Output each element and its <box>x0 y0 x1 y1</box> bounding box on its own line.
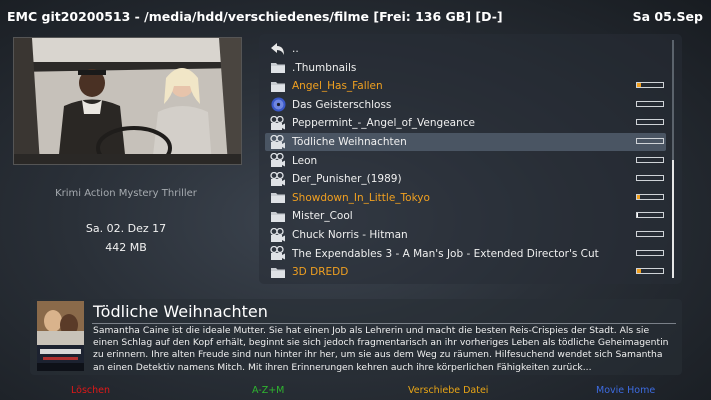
list-item[interactable]: Leon <box>265 152 666 170</box>
progress-bar <box>636 212 664 219</box>
progress-bar <box>636 156 664 163</box>
list-item-label: Mister_Cool <box>292 210 353 223</box>
window-title: EMC git20200513 - /media/hdd/verschieden… <box>7 8 503 24</box>
red-key-label[interactable]: Löschen <box>71 385 110 396</box>
list-item[interactable]: Mister_Cool <box>265 207 666 225</box>
progress-bar <box>636 138 664 144</box>
list-item[interactable]: Tödliche Weihnachten <box>265 133 666 151</box>
list-item[interactable]: .Thumbnails <box>265 59 666 77</box>
list-item[interactable]: Showdown_In_Little_Tokyo <box>265 189 666 207</box>
file-size: 442 MB <box>105 241 147 254</box>
list-item-label: Leon <box>292 154 318 167</box>
title-bar: EMC git20200513 - /media/hdd/verschieden… <box>0 0 711 32</box>
list-item-label: .Thumbnails <box>292 61 357 74</box>
folder-icon <box>269 190 287 206</box>
list-item-label: 3D DREDD <box>292 266 349 279</box>
list-item-label: The Expendables 3 - A Man's Job - Extend… <box>292 247 599 260</box>
progress-bar <box>636 193 664 200</box>
film-camera-icon <box>269 246 287 262</box>
yellow-key-label[interactable]: Verschiebe Datei <box>408 385 488 396</box>
blue-key-label[interactable]: Movie Home <box>596 385 655 396</box>
genre-list: Krimi Action Mystery Thriller <box>55 188 197 199</box>
list-item[interactable]: Das Geisterschloss <box>265 96 666 114</box>
scrollbar-thumb[interactable] <box>672 160 674 278</box>
list-item[interactable]: Der_Punisher_(1989) <box>265 170 666 188</box>
poster-image <box>37 301 84 371</box>
back-arrow-icon <box>269 41 287 57</box>
list-item[interactable]: The Expendables 3 - A Man's Job - Extend… <box>265 245 666 263</box>
list-item-label: Peppermint_-_Angel_of_Vengeance <box>292 117 475 130</box>
list-item-parent-dir[interactable]: .. <box>265 40 666 58</box>
info-title: Tödliche Weihnachten <box>93 302 268 321</box>
progress-bar <box>636 268 664 275</box>
progress-fill <box>637 83 641 88</box>
list-item[interactable]: Angel_Has_Fallen <box>265 77 666 95</box>
list-item-label: Angel_Has_Fallen <box>292 80 383 93</box>
film-camera-icon <box>269 115 287 131</box>
film-camera-icon <box>269 227 287 243</box>
film-camera-icon <box>269 134 287 150</box>
folder-icon <box>269 264 287 280</box>
list-item-label: Chuck Norris - Hitman <box>292 229 408 241</box>
progress-bar <box>636 119 664 126</box>
info-panel: Tödliche Weihnachten Samantha Caine ist … <box>30 299 682 375</box>
progress-bar <box>636 249 664 256</box>
list-item-label: .. <box>292 43 299 55</box>
info-description: Samantha Caine ist die ideale Mutter. Si… <box>93 325 669 373</box>
scrollbar-track[interactable] <box>672 40 674 278</box>
film-camera-icon <box>269 171 287 187</box>
film-camera-icon <box>269 153 287 169</box>
folder-icon <box>269 208 287 224</box>
progress-bar <box>636 100 664 107</box>
progress-fill <box>637 213 639 218</box>
progress-bar <box>636 231 664 237</box>
list-item-label: Das Geisterschloss <box>292 98 392 111</box>
progress-fill <box>637 194 640 199</box>
dvd-icon <box>269 97 287 113</box>
clock: Sa 05.Sep <box>632 8 703 24</box>
progress-bar <box>636 175 664 182</box>
list-item[interactable]: Chuck Norris - Hitman <box>265 226 666 244</box>
file-list[interactable]: .. .Thumbnails Angel_Has_Fallen Das Geister… <box>259 34 682 284</box>
record-date: Sa. 02. Dez 17 <box>85 222 167 235</box>
folder-icon <box>269 78 287 94</box>
list-item-label: Tödliche Weihnachten <box>292 136 407 148</box>
folder-icon <box>269 60 287 76</box>
title-divider <box>92 323 676 324</box>
list-item-label: Showdown_In_Little_Tokyo <box>292 191 430 204</box>
video-preview <box>13 37 242 165</box>
list-item-label: Der_Punisher_(1989) <box>292 173 402 186</box>
list-item[interactable]: 3D DREDD <box>265 263 666 281</box>
color-key-bar: Löschen A-Z+M Verschiebe Datei Movie Hom… <box>0 384 711 398</box>
progress-fill <box>637 269 641 274</box>
list-item[interactable]: Peppermint_-_Angel_of_Vengeance <box>265 114 666 132</box>
progress-bar <box>636 82 664 89</box>
green-key-label[interactable]: A-Z+M <box>252 385 284 396</box>
